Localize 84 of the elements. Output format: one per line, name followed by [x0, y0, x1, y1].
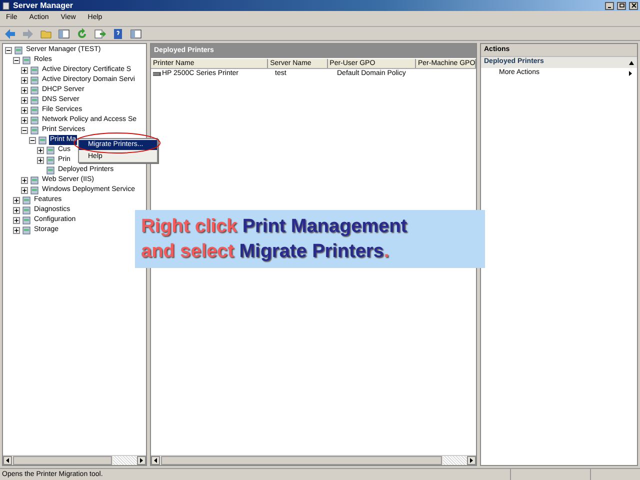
node-icon [46, 166, 55, 174]
expander-toggle[interactable] [21, 126, 28, 134]
plus-icon [14, 218, 19, 222]
node-icon [38, 136, 47, 144]
horizontal-scrollbar[interactable] [151, 455, 476, 465]
plus-icon [22, 188, 27, 192]
node-icon [22, 226, 31, 234]
expander-toggle[interactable] [37, 146, 44, 154]
export-icon [94, 28, 106, 40]
left-arrow-icon[interactable] [3, 456, 12, 465]
node-icon [30, 186, 39, 194]
caret-icon [629, 71, 632, 76]
server-icon [2, 2, 10, 10]
refresh-icon [76, 28, 88, 40]
help-icon [112, 28, 124, 40]
expander-toggle[interactable] [29, 136, 36, 144]
node-icon [14, 46, 23, 54]
node-icon [22, 56, 31, 64]
node-icon [30, 76, 39, 84]
expander-toggle[interactable] [21, 96, 28, 104]
node-icon [22, 216, 31, 224]
plus-icon [14, 228, 19, 232]
plus-icon [22, 118, 27, 122]
node-icon [30, 66, 39, 74]
expander-toggle[interactable] [13, 216, 20, 224]
restore-icon [618, 3, 624, 8]
pane-icon [130, 28, 142, 40]
node-icon [30, 126, 39, 134]
toolbar-button[interactable] [57, 28, 71, 40]
toolbar-button[interactable] [111, 28, 125, 40]
plus-icon [14, 198, 19, 202]
node-icon [30, 106, 39, 114]
node-icon [46, 146, 55, 154]
back-icon [4, 28, 16, 40]
expander-toggle[interactable] [13, 56, 20, 64]
close-button[interactable] [629, 2, 638, 10]
toolbar-button[interactable] [3, 28, 17, 40]
scrollbar-thumb[interactable] [161, 456, 442, 465]
plus-icon [22, 108, 27, 112]
node-icon [22, 206, 31, 214]
expander-toggle[interactable] [21, 186, 28, 194]
caret-icon [629, 60, 634, 64]
callout-text: and select Migrate Printers. [141, 240, 390, 264]
expander-toggle[interactable] [37, 156, 44, 164]
minimize-button[interactable] [605, 2, 614, 10]
expander-toggle[interactable] [5, 46, 12, 54]
expander-toggle[interactable] [21, 86, 28, 94]
expander-toggle[interactable] [21, 66, 28, 74]
forward-icon [22, 28, 34, 40]
node-icon [30, 96, 39, 104]
left-arrow-icon[interactable] [151, 456, 160, 465]
toolbar-button[interactable] [129, 28, 143, 40]
window-title: Server Manager [13, 2, 74, 10]
node-icon [30, 116, 39, 124]
printer-icon [153, 71, 161, 77]
expander-toggle[interactable] [13, 196, 20, 204]
folder-icon [40, 28, 52, 40]
expander-toggle[interactable] [21, 116, 28, 124]
plus-icon [14, 208, 19, 212]
plus-icon [38, 148, 43, 152]
expander-toggle[interactable] [13, 226, 20, 234]
right-arrow-icon[interactable] [137, 456, 146, 465]
scrollbar-thumb[interactable] [13, 456, 112, 465]
node-icon [22, 196, 31, 204]
node-icon [46, 156, 55, 164]
node-icon [30, 176, 39, 184]
right-arrow-icon[interactable] [467, 456, 476, 465]
expander-toggle[interactable] [13, 206, 20, 214]
expander-toggle[interactable] [21, 176, 28, 184]
callout-text: Right click Print Management [141, 215, 408, 239]
plus-icon [22, 88, 27, 92]
horizontal-scrollbar[interactable] [3, 455, 146, 465]
plus-icon [22, 68, 27, 72]
toolbar-button[interactable] [93, 28, 107, 40]
plus-icon [22, 178, 27, 182]
plus-icon [22, 98, 27, 102]
pane-icon [58, 28, 70, 40]
plus-icon [38, 158, 43, 162]
expander-toggle[interactable] [21, 106, 28, 114]
close-icon [630, 3, 636, 8]
node-icon [30, 86, 39, 94]
restore-button[interactable] [617, 2, 626, 10]
plus-icon [22, 78, 27, 82]
expander-toggle[interactable] [21, 76, 28, 84]
